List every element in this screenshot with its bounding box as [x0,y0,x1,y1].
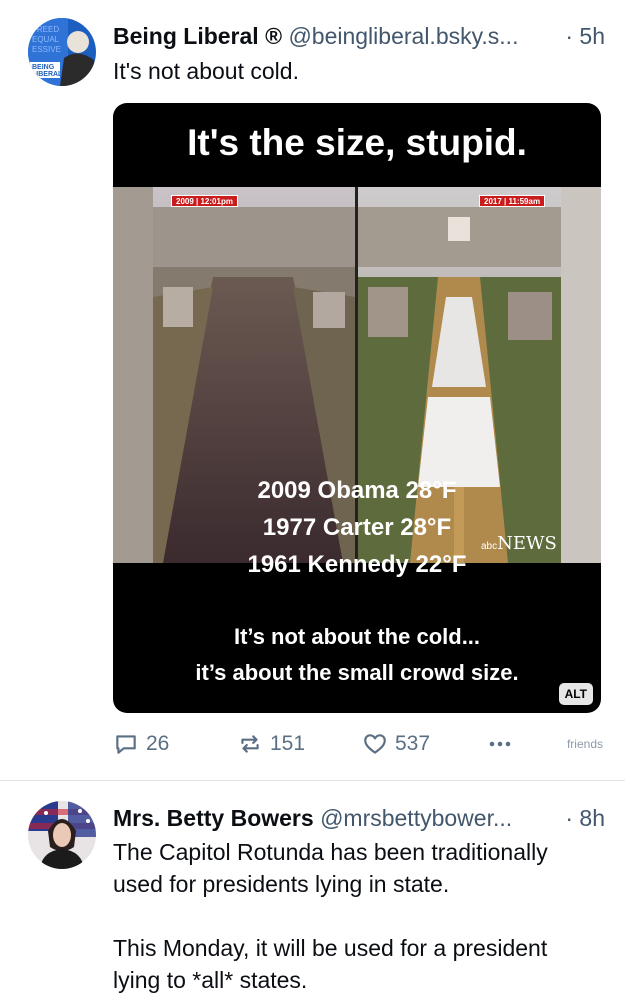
repost-icon [241,735,259,753]
svg-text:LIBERAL: LIBERAL [32,71,63,78]
repost-button[interactable]: 151 [237,729,305,759]
stat-line: 1977 Carter 28°F [262,514,452,541]
svg-text:FREED: FREED [32,25,59,34]
image-title: It's the size, stupid. [187,122,527,163]
author-handle[interactable]: @mrsbettybower... [320,805,512,831]
post-text-line: used for presidents lying in state. [113,871,450,897]
caption-line: it’s about the small crowd size. [195,660,519,685]
being-liberal-avatar-icon: BEING LIBERAL FREED EQUAL ESSIVE [28,18,96,86]
reply-button[interactable]: 26 [113,729,169,759]
registered-mark: ® [265,23,283,49]
more-dots-icon [489,741,511,747]
heart-icon [364,734,386,754]
post-text: It's not about cold. [113,58,299,84]
alt-text-button[interactable]: ALT [558,683,593,705]
post-betty-bowers[interactable]: Mrs. Betty Bowers @mrsbettybower... · 8h… [0,781,625,1000]
stat-line: 1961 Kennedy 22°F [247,551,467,578]
post-being-liberal[interactable]: BEING LIBERAL FREED EQUAL ESSIVE Being L… [0,0,625,780]
timestamp-label-2009: 2009 | 12:01pm [171,195,238,207]
svg-text:ESSIVE: ESSIVE [32,45,61,54]
author-name[interactable]: Mrs. Betty Bowers [113,805,314,831]
post-header: Being Liberal ® @beingliberal.bsky.s... … [113,20,605,52]
like-count: 537 [395,732,431,755]
post-text-line: The Capitol Rotunda has been traditional… [113,839,548,865]
post-text-line [113,900,601,932]
post-image[interactable]: It's the size, stupid. 2009 | 12:01pm 20… [113,103,601,713]
post-text: The Capitol Rotunda has been traditional… [113,836,601,996]
reply-count: 26 [146,732,170,755]
post-text-line: This Monday, it will be used for a presi… [113,935,548,961]
post-header: Mrs. Betty Bowers @mrsbettybower... · 8h [113,802,605,834]
like-button[interactable]: 537 [362,729,430,759]
post-time[interactable]: · 5h [561,20,605,52]
post-time[interactable]: · 8h [561,802,605,834]
avatar[interactable]: BEING LIBERAL FREED EQUAL ESSIVE [28,18,96,86]
betty-bowers-avatar-icon [28,801,96,869]
timestamp-label-2017: 2017 | 11:59am [479,195,546,207]
post-actions: 26 151 537 friends [113,729,603,759]
more-options-button[interactable] [485,729,515,759]
author-name[interactable]: Being Liberal [113,23,259,49]
caption-line: It’s not about the cold... [233,624,481,649]
author-handle[interactable]: @beingliberal.bsky.s... [288,23,518,49]
svg-text:EQUAL: EQUAL [32,35,60,44]
temperature-stats: 2009 Obama 28°F 1977 Carter 28°F 1961 Ke… [113,472,601,583]
friends-label: friends [566,737,603,751]
reply-icon [116,735,136,754]
image-caption: It’s not about the cold... it’s about th… [113,619,601,691]
post-text-line: lying to *all* states. [113,967,308,993]
stat-line: 2009 Obama 28°F [257,477,457,504]
avatar[interactable] [28,801,96,869]
repost-count: 151 [270,732,306,755]
svg-text:BEING: BEING [32,64,55,71]
